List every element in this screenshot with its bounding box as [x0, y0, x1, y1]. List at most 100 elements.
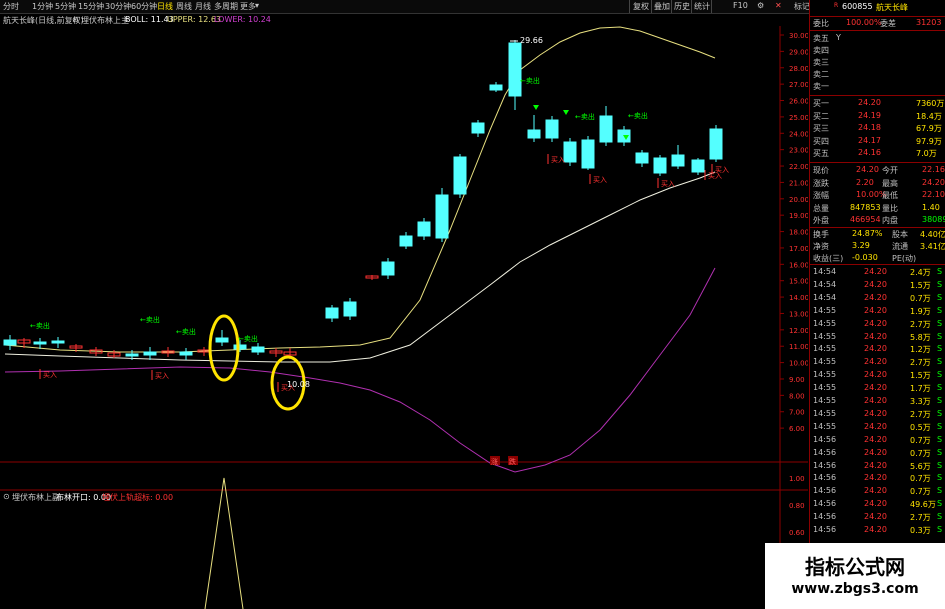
tick-time: 14:55 [813, 357, 837, 367]
sell-signal: ←卖出 [30, 321, 50, 330]
bid-row[interactable]: 买五 24.16 7.0万 [810, 148, 945, 159]
candle-body [33, 341, 47, 345]
ask-row[interactable]: 卖四 [810, 45, 945, 56]
tab-weekly[interactable]: 周线 [176, 1, 192, 12]
watermark-url: www.zbgs3.com [791, 581, 919, 597]
tab-1min[interactable]: 1分钟 [32, 1, 53, 12]
bid-row[interactable]: 买三 24.18 67.9万 [810, 123, 945, 134]
tick-side: S [937, 434, 943, 444]
price-axis-label: 11.00 [789, 343, 808, 351]
tick-row[interactable]: 14:55 24.20 1.7万 S [810, 383, 945, 394]
tick-time: 14:54 [813, 292, 837, 302]
tick-time: 14:55 [813, 421, 837, 431]
tick-row[interactable]: 14:54 24.20 0.7万 S [810, 293, 945, 304]
tick-side: S [937, 305, 943, 315]
tab-monthly[interactable]: 月线 [195, 1, 211, 12]
tab-30min[interactable]: 30分钟 [105, 1, 131, 12]
sell-signal: ←卖出 [238, 334, 258, 343]
tick-volume: 2.4万 [910, 268, 931, 277]
tick-volume: 2.7万 [910, 319, 931, 329]
price-axis-label: 22.00 [789, 163, 808, 171]
bid-row[interactable]: 买一 24.20 7360万 [810, 98, 945, 109]
candle-body [671, 154, 685, 167]
stat-label: 现价 [813, 166, 829, 175]
quote-panel: R 600855 航天长峰 委比 100.00% 委差 31203 卖五 Y 卖四卖… [809, 0, 945, 609]
tick-volume: 0.7万 [910, 474, 931, 484]
kline-chart[interactable]: 30.00 29.00 28.00 27.00 26.00 25.00 24.00 23.00… [0, 26, 808, 609]
sell-arrow [563, 110, 569, 115]
tick-side: S [937, 473, 943, 483]
tick-row[interactable]: 14:54 24.20 1.5万 S [810, 280, 945, 291]
candle-body [179, 351, 193, 356]
stat-row: 总量 847853 量比 1.40 [810, 203, 945, 214]
boll-upper-line [4, 26, 716, 353]
tab-5min[interactable]: 5分钟 [55, 1, 76, 12]
tick-price: 24.20 [864, 318, 887, 328]
tab-fenshi[interactable]: 分时 [3, 1, 19, 12]
sub-indicator-icon[interactable]: ⊙ [3, 492, 10, 501]
stats-button[interactable]: 统计 [694, 1, 710, 12]
tick-row[interactable]: 14:54 24.20 2.4万 S [810, 267, 945, 278]
bid-row[interactable]: 买四 24.17 97.9万 [810, 136, 945, 147]
tick-row[interactable]: 14:56 24.20 0.3万 S [810, 525, 945, 536]
candle-body [635, 152, 649, 164]
history-button[interactable]: 历史 [674, 1, 690, 12]
settings-icon[interactable]: ⚙ [757, 1, 764, 10]
boll-mid-line [4, 171, 716, 363]
adjust-button[interactable]: 复权 [633, 1, 649, 12]
lower-value: LOWER: 10.24 [214, 15, 271, 24]
tick-volume: 2.7万 [910, 358, 931, 368]
bid-volume: 67.9万 [916, 124, 942, 133]
tick-time: 14:56 [813, 486, 837, 496]
tick-row[interactable]: 14:55 24.20 2.7万 S [810, 319, 945, 330]
f10-button[interactable]: F10 [733, 1, 748, 10]
tab-daily[interactable]: 日线 [157, 1, 173, 12]
tick-row[interactable]: 14:56 24.20 0.7万 S [810, 435, 945, 446]
more-dropdown-icon[interactable]: ▾ [255, 1, 259, 10]
sub-indicator-axis: 1.00 0.80 0.60 [789, 475, 805, 537]
tick-row[interactable]: 14:55 24.20 5.8万 S [810, 332, 945, 343]
candle-body [251, 346, 265, 353]
tab-15min[interactable]: 15分钟 [78, 1, 104, 12]
tick-row[interactable]: 14:56 24.20 0.7万 S [810, 486, 945, 497]
tick-row[interactable]: 14:56 24.20 0.7万 S [810, 473, 945, 484]
close-icon[interactable]: ✕ [775, 1, 782, 10]
tab-60min[interactable]: 60分钟 [131, 1, 157, 12]
fundamental-label: PE(动) [892, 254, 917, 263]
tab-more[interactable]: 更多 [240, 1, 256, 12]
ask-row[interactable]: 卖二 [810, 69, 945, 80]
price-axis-label: 24.00 [789, 130, 808, 138]
tick-row[interactable]: 14:55 24.20 2.7万 S [810, 409, 945, 420]
tick-side: S [937, 318, 943, 328]
tick-row[interactable]: 14:55 24.20 1.2万 S [810, 344, 945, 355]
mark-button[interactable]: 标记 [794, 1, 810, 12]
ask-row[interactable]: 卖五 Y [810, 33, 945, 44]
fundamental-label: 净资 [813, 242, 829, 251]
bid-price: 24.19 [858, 110, 881, 120]
sub-axis-label: 1.00 [789, 475, 805, 483]
tick-row[interactable]: 14:56 24.20 0.7万 S [810, 448, 945, 459]
stat-value: 22.10 [922, 190, 945, 199]
ask-row[interactable]: 卖一 [810, 81, 945, 92]
indicator-name[interactable]: 埋伏布林上主 [81, 15, 129, 26]
tick-row[interactable]: 14:55 24.20 2.7万 S [810, 357, 945, 368]
tick-time: 14:56 [813, 434, 837, 444]
price-axis-label: 19.00 [789, 212, 808, 220]
sub-indicator-name[interactable]: 埋伏布林上副 [12, 492, 60, 503]
bid-row[interactable]: 买二 24.19 18.4万 [810, 111, 945, 122]
tick-price: 24.20 [864, 396, 887, 405]
tick-row[interactable]: 14:55 24.20 1.9万 S [810, 306, 945, 317]
overlay-button[interactable]: 叠加 [654, 1, 670, 12]
indicator-settings-icon[interactable]: ⊙ [72, 15, 79, 24]
stat-row: 外盘 466954内盘 380899 [810, 215, 945, 226]
tick-row[interactable]: 14:56 24.20 5.6万 S [810, 461, 945, 472]
tab-multi-period[interactable]: 多周期 [214, 1, 238, 12]
tick-row[interactable]: 14:56 24.20 2.7万 S [810, 512, 945, 523]
tick-price: 24.20 [864, 357, 887, 367]
tick-row[interactable]: 14:55 24.20 1.5万 S [810, 370, 945, 381]
tick-row[interactable]: 14:55 24.20 3.3万 S [810, 396, 945, 407]
price-axis-label: 15.00 [789, 278, 808, 286]
tick-row[interactable]: 14:56 24.20 49.6万 S [810, 499, 945, 510]
ask-row[interactable]: 卖三 [810, 57, 945, 68]
tick-row[interactable]: 14:55 24.20 0.5万 S [810, 422, 945, 433]
